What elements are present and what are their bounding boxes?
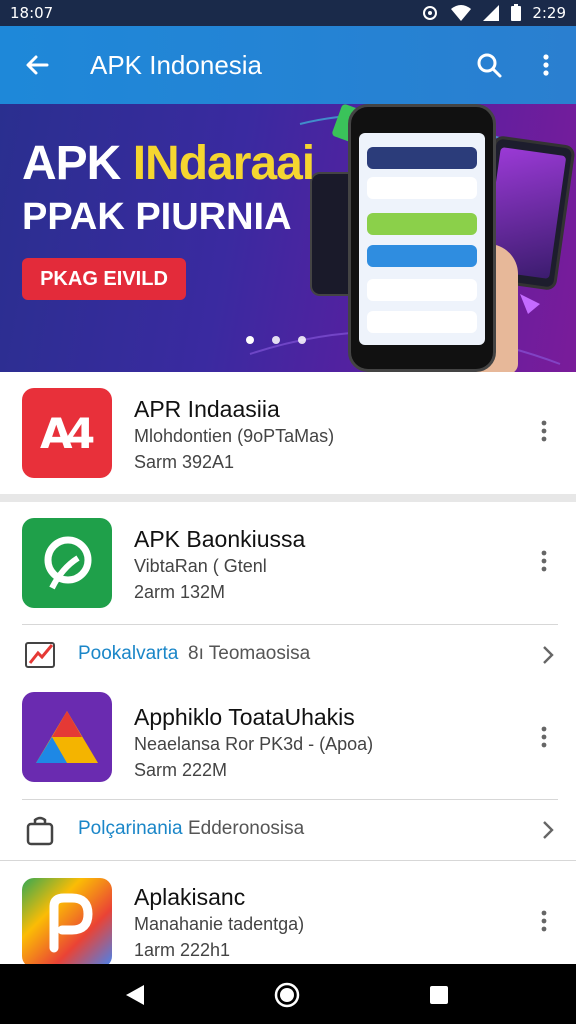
svg-text:4: 4 [66, 409, 95, 458]
nav-back-button[interactable] [118, 978, 152, 1012]
category-row[interactable]: Polçarinania Edderonosisa [0, 800, 576, 860]
page-title: APK Indonesia [90, 50, 263, 80]
banner-headline: APK INdaraai [22, 137, 315, 190]
app-name: Aplakisanc [134, 884, 246, 910]
app-subtitle: Neaelansa Ror PK3d - (Apoa) [134, 734, 374, 754]
carousel-dot[interactable] [246, 336, 254, 344]
home-circle-icon [274, 982, 300, 1008]
banner-cta-button[interactable]: PKAG EIVILD [22, 258, 186, 300]
bag-icon [26, 816, 54, 846]
category-label: Pookalvarta [78, 643, 179, 664]
category-value: Edderonosisa [188, 818, 305, 839]
green-p-logo-icon [22, 518, 112, 608]
back-triangle-icon [126, 985, 144, 1005]
app-size: Sarm 392A1 [134, 452, 235, 472]
more-vertical-icon [541, 910, 547, 932]
chevron-right-icon [543, 646, 554, 664]
item-menu-button[interactable] [532, 546, 556, 576]
list-item[interactable]: A4 APR Indaasiia Mlohdontien (9oPTaMas) … [0, 372, 576, 494]
battery-icon [511, 4, 522, 21]
nav-home-button[interactable] [270, 978, 304, 1012]
section-divider [0, 494, 576, 502]
more-vertical-icon [541, 550, 547, 572]
app-bar: APK Indonesia [0, 26, 576, 104]
back-button[interactable] [20, 48, 54, 82]
wifi-icon [451, 5, 472, 21]
app-size: 1arm 222h1 [134, 940, 231, 960]
app-size: 2arm 132M [134, 582, 226, 602]
banner-subheadline: PPAK PIURNIA [22, 196, 292, 238]
item-menu-button[interactable] [532, 416, 556, 446]
app-subtitle: VibtaRan ( Gtenl [134, 556, 267, 576]
phone-graphic [348, 104, 496, 372]
signal-icon [483, 5, 500, 21]
more-vertical-icon [541, 420, 547, 442]
list-item[interactable]: APK Baonkiussa VibtaRan ( Gtenl 2arm 132… [0, 512, 576, 624]
carousel-dots [246, 336, 306, 344]
item-menu-button[interactable] [532, 722, 556, 752]
more-vertical-icon [543, 54, 549, 76]
list-item[interactable]: Aplakisanc Manahanie tadentga) 1arm 222h… [0, 868, 576, 968]
category-label: Polçarinania [78, 818, 183, 839]
more-vertical-icon [541, 726, 547, 748]
app-name: APR Indaasiia [134, 396, 280, 422]
system-navigation-bar [0, 964, 576, 1024]
app-name: Apphiklo ToataUhakis [134, 704, 355, 730]
search-icon [477, 53, 502, 78]
app-subtitle: Mlohdontien (9oPTaMas) [134, 426, 335, 446]
settings-gear-icon [423, 6, 438, 20]
chevron-right-icon [543, 821, 554, 839]
status-icons: 2:29 [420, 3, 566, 23]
search-button[interactable] [472, 48, 506, 82]
red-a-logo-icon: A4 [22, 388, 112, 478]
triangle-logo-icon [22, 692, 112, 782]
category-value: 8ı Teomaosisa [188, 643, 311, 664]
list-item[interactable]: Apphiklo ToataUhakis Neaelansa Ror PK3d … [0, 686, 576, 798]
colorful-p-logo-icon [22, 878, 112, 968]
nav-recents-button[interactable] [422, 978, 456, 1012]
overflow-menu-button[interactable] [530, 48, 562, 82]
carousel-dot[interactable] [298, 336, 306, 344]
app-size: Sarm 222M [134, 760, 228, 780]
row-divider [0, 860, 576, 861]
status-time-left: 18:07 [10, 4, 54, 22]
category-row[interactable]: Pookalvarta 8ı Teomaosisa [0, 625, 576, 685]
app-name: APK Baonkiussa [134, 526, 306, 552]
status-time-right: 2:29 [532, 4, 566, 22]
carousel-dot[interactable] [272, 336, 280, 344]
recents-square-icon [430, 986, 448, 1004]
status-bar: 18:07 2:29 [0, 0, 576, 26]
promo-banner[interactable]: APK INdaraai PPAK PIURNIA PKAG EIVILD [0, 104, 576, 372]
arrow-left-icon [26, 55, 49, 75]
chart-icon [25, 642, 55, 668]
item-menu-button[interactable] [532, 906, 556, 936]
app-subtitle: Manahanie tadentga) [134, 914, 305, 934]
